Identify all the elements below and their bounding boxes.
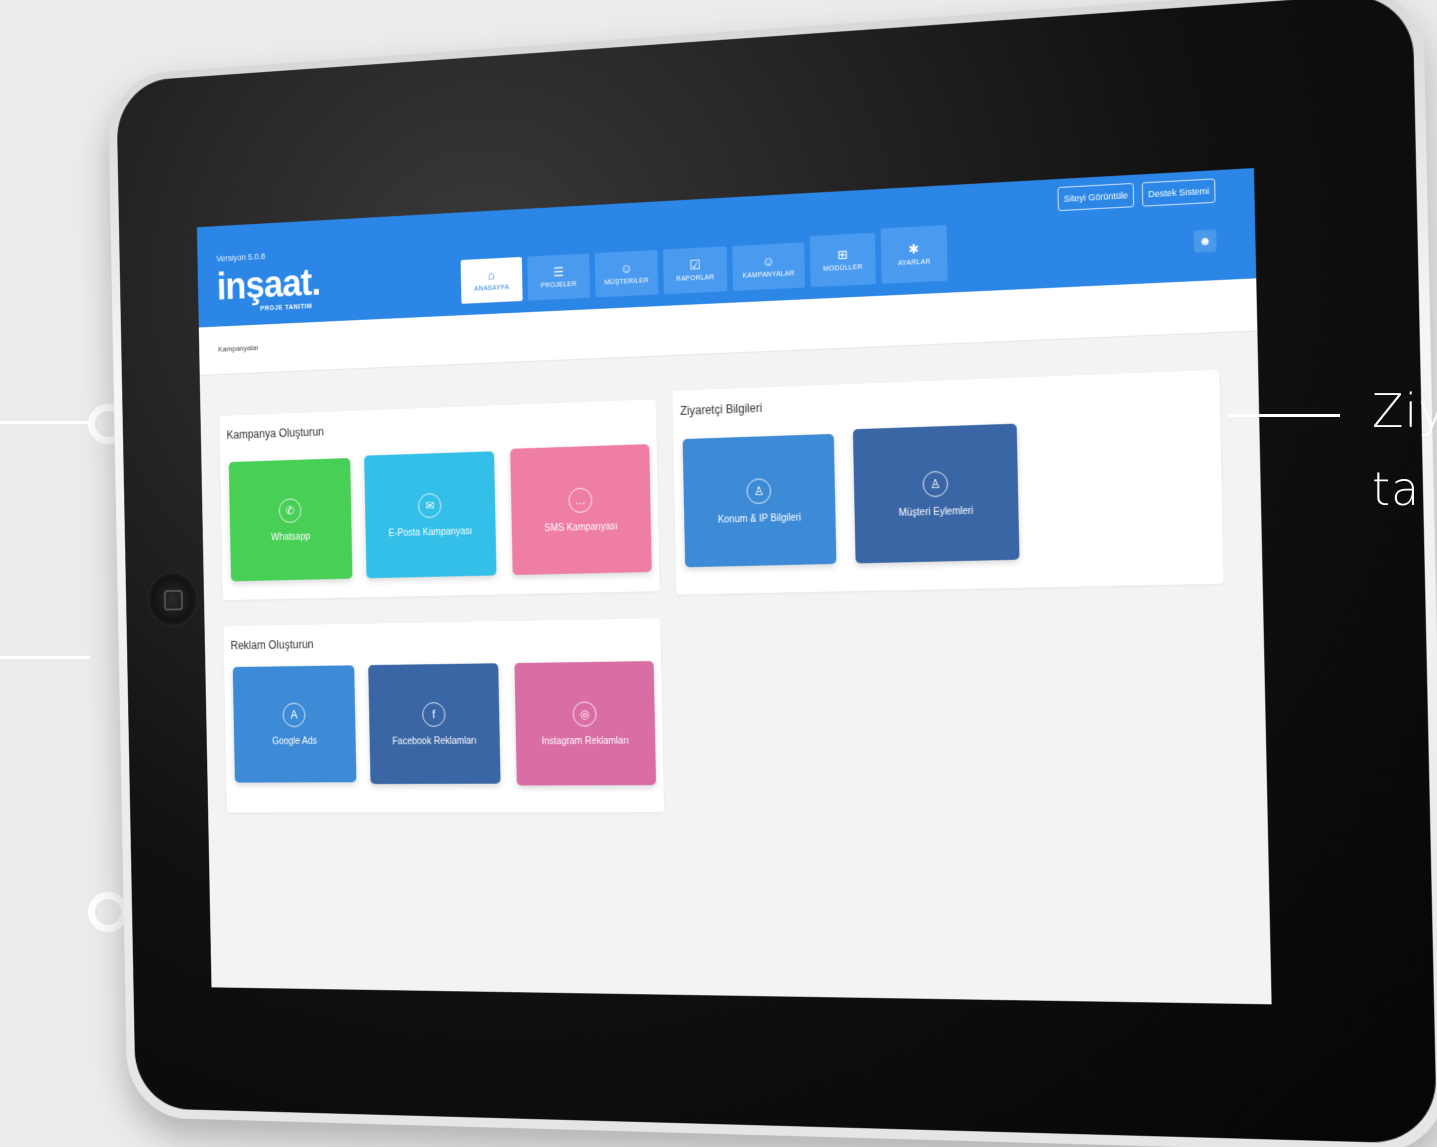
modules-icon: ⊞ bbox=[837, 248, 848, 261]
email-campaign-tile[interactable]: ✉ E-Posta Kampanyası bbox=[364, 451, 496, 578]
side-caption-line2: ta bbox=[1372, 462, 1420, 516]
whatsapp-tile[interactable]: ✆ Whatsapp bbox=[229, 458, 353, 581]
clipboard-icon: ☑ bbox=[689, 258, 700, 271]
ads-card: Reklam Oluşturun A Google Ads f Facebook… bbox=[223, 618, 664, 812]
support-system-button[interactable]: Destek Sistemi bbox=[1142, 178, 1216, 206]
top-actions: Siteyi Görüntüle Destek Sistemi bbox=[1057, 178, 1215, 211]
tile-label: Facebook Reklamları bbox=[392, 736, 476, 747]
campaign-card: Kampanya Oluşturun ✆ Whatsapp ✉ E-Posta … bbox=[219, 399, 659, 600]
location-ip-tile[interactable]: ♙ Konum & IP Bilgileri bbox=[683, 434, 837, 567]
nav-item-musteriler[interactable]: ☺ MÜŞTERİLER bbox=[595, 250, 659, 298]
gear-icon: ✱ bbox=[909, 242, 920, 255]
tile-label: Whatsapp bbox=[271, 531, 310, 542]
nav-label: MODÜLLER bbox=[823, 264, 863, 273]
nav-item-anasayfa[interactable]: ⌂ ANASAYFA bbox=[461, 257, 523, 304]
brand-logo[interactable]: inşaat. bbox=[216, 262, 320, 309]
nav-item-projeler[interactable]: ☰ PROJELER bbox=[527, 253, 590, 300]
visitor-info-card: Ziyaretçi Bilgileri ♙ Konum & IP Bilgile… bbox=[672, 370, 1223, 595]
nav-label: ANASAYFA bbox=[474, 284, 509, 292]
list-icon: ☰ bbox=[553, 265, 564, 278]
tile-label: E-Posta Kampanyası bbox=[388, 526, 472, 539]
location-user-icon: ♙ bbox=[746, 478, 771, 504]
home-icon: ⌂ bbox=[488, 269, 495, 282]
tile-label: Konum & IP Bilgileri bbox=[718, 512, 802, 525]
nav-label: KAMPANYALAR bbox=[743, 270, 795, 279]
sms-campaign-tile[interactable]: … SMS Kampanyası bbox=[510, 444, 652, 575]
google-ads-icon: A bbox=[283, 702, 306, 727]
campaign-card-title: Kampanya Oluşturun bbox=[226, 425, 324, 442]
facebook-icon: f bbox=[422, 702, 446, 727]
user-icon[interactable]: ☻ bbox=[1194, 229, 1217, 252]
email-icon: ✉ bbox=[418, 493, 442, 518]
nav-item-raporlar[interactable]: ☑ RAPORLAR bbox=[663, 246, 727, 294]
tile-label: Instagram Reklamları bbox=[542, 735, 629, 746]
brand-logo-subtitle: PROJE TANITIM bbox=[260, 303, 312, 312]
whatsapp-icon: ✆ bbox=[279, 498, 302, 523]
nav-label: AYARLAR bbox=[898, 259, 931, 268]
nav-label: MÜŞTERİLER bbox=[604, 277, 649, 286]
customer-actions-icon: ♙ bbox=[922, 470, 948, 497]
nav-item-kampanyalar[interactable]: ☺ KAMPANYALAR bbox=[732, 242, 805, 291]
facebook-ads-tile[interactable]: f Facebook Reklamları bbox=[368, 663, 500, 784]
tile-label: Google Ads bbox=[272, 736, 317, 747]
google-ads-tile[interactable]: A Google Ads bbox=[233, 665, 357, 782]
callout-line-right bbox=[1228, 414, 1340, 417]
ads-card-title: Reklam Oluşturun bbox=[230, 638, 313, 652]
side-caption-line1: Ziy bbox=[1372, 384, 1437, 438]
callout-line-left-top bbox=[0, 421, 92, 424]
version-label: Versiyon 5.0.8 bbox=[216, 251, 265, 263]
callout-marker-bottom bbox=[88, 892, 128, 932]
nav-label: RAPORLAR bbox=[676, 274, 714, 283]
tile-label: Müşteri Eylemleri bbox=[899, 505, 974, 518]
nav-label: PROJELER bbox=[541, 281, 577, 289]
campaign-icon: ☺ bbox=[762, 255, 775, 268]
main-nav: ⌂ ANASAYFA ☰ PROJELER ☺ MÜŞTERİLER ☑ RAP… bbox=[460, 225, 947, 304]
customers-icon: ☺ bbox=[620, 262, 633, 275]
callout-line-left-bottom bbox=[0, 656, 90, 659]
app-screen: Versiyon 5.0.8 inşaat. PROJE TANITIM Sit… bbox=[197, 168, 1272, 1004]
view-site-button[interactable]: Siteyi Görüntüle bbox=[1057, 183, 1134, 211]
nav-item-moduller[interactable]: ⊞ MODÜLLER bbox=[810, 233, 876, 287]
breadcrumb[interactable]: Kampanyalar bbox=[218, 343, 259, 353]
visitor-info-card-title: Ziyaretçi Bilgileri bbox=[680, 401, 762, 418]
tablet-device: Versiyon 5.0.8 inşaat. PROJE TANITIM Sit… bbox=[108, 0, 1437, 1147]
sms-icon: … bbox=[568, 487, 592, 513]
instagram-ads-tile[interactable]: ◎ Instagram Reklamları bbox=[514, 661, 656, 785]
tile-label: SMS Kampanyası bbox=[544, 521, 617, 534]
instagram-icon: ◎ bbox=[572, 701, 596, 726]
customer-actions-tile[interactable]: ♙ Müşteri Eylemleri bbox=[853, 424, 1020, 564]
nav-item-ayarlar[interactable]: ✱ AYARLAR bbox=[881, 225, 948, 284]
